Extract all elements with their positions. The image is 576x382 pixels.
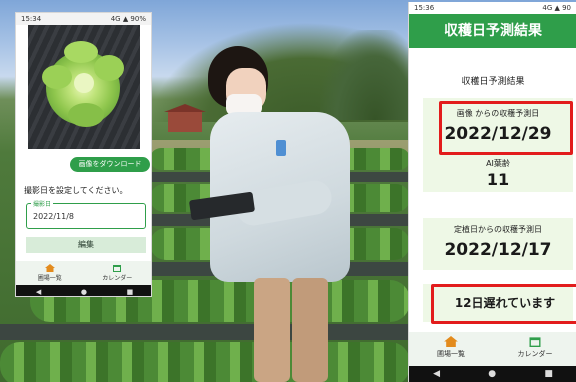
- tab-calendar[interactable]: カレンダー: [493, 332, 576, 366]
- tab-field-list[interactable]: 圃場一覧: [16, 261, 84, 285]
- calendar-icon: [113, 265, 122, 272]
- status-time: 15:36: [414, 4, 435, 12]
- status-time: 15:34: [21, 15, 42, 23]
- status-indicators: 4G ▲ 90%: [110, 15, 146, 23]
- tab-label: 圃場一覧: [437, 350, 465, 358]
- calendar-icon: [529, 337, 541, 347]
- status-bar: 15:34 4G ▲ 90%: [16, 13, 151, 25]
- tab-calendar[interactable]: カレンダー: [84, 261, 152, 285]
- date-field[interactable]: 撮影日 2022/11/8: [26, 199, 146, 229]
- left-phone-screen: 15:34 4G ▲ 90% 画像をダウンロード 撮影日を設定してください。 撮…: [15, 12, 152, 297]
- date-field-label: 撮影日: [31, 199, 54, 208]
- bottom-tab-bar: 圃場一覧 カレンダー: [409, 332, 576, 366]
- recents-icon[interactable]: ■: [544, 369, 553, 379]
- highlight-box: [439, 101, 573, 155]
- status-bar: 15:36 4G ▲ 90: [409, 2, 576, 14]
- back-icon[interactable]: ◀: [433, 369, 440, 379]
- planting-prediction-date: 2022/12/17: [444, 240, 552, 260]
- home-icon: [44, 264, 55, 272]
- edit-button[interactable]: 編集: [26, 237, 146, 253]
- back-icon[interactable]: ◀: [36, 288, 41, 296]
- status-indicators: 4G ▲ 90: [542, 4, 571, 12]
- instruction-text: 撮影日を設定してください。: [24, 186, 128, 195]
- right-phone-screen: 15:36 4G ▲ 90 収穫日予測結果 収穫日予測結果 画像 からの収穫予測…: [408, 2, 576, 382]
- highlight-box: [431, 284, 576, 324]
- home-button-icon[interactable]: ●: [488, 369, 496, 379]
- section-title: 収穫日予測結果: [461, 77, 525, 87]
- planting-prediction-label: 定植日からの収穫予測日: [454, 225, 542, 234]
- bottom-tab-bar: 圃場一覧 カレンダー: [16, 261, 151, 285]
- app-header-title: 収穫日予測結果: [409, 14, 576, 48]
- system-nav-bar: ◀ ● ■: [16, 285, 151, 296]
- tab-label: カレンダー: [517, 350, 553, 358]
- home-button-icon[interactable]: ●: [81, 288, 87, 296]
- tab-label: 圃場一覧: [37, 275, 62, 282]
- tab-field-list[interactable]: 圃場一覧: [409, 332, 493, 366]
- system-nav-bar: ◀ ● ■: [409, 366, 576, 382]
- tab-label: カレンダー: [102, 275, 133, 282]
- lettuce-photo: [28, 25, 140, 149]
- ai-leaf-age-value: 11: [486, 170, 510, 189]
- home-icon: [444, 336, 458, 347]
- farmer-with-tablet: [188, 46, 388, 382]
- download-image-button[interactable]: 画像をダウンロード: [70, 157, 150, 172]
- date-field-value: 2022/11/8: [33, 212, 75, 221]
- ai-leaf-age-label: AI葉齢: [486, 159, 510, 168]
- recents-icon[interactable]: ■: [127, 288, 134, 296]
